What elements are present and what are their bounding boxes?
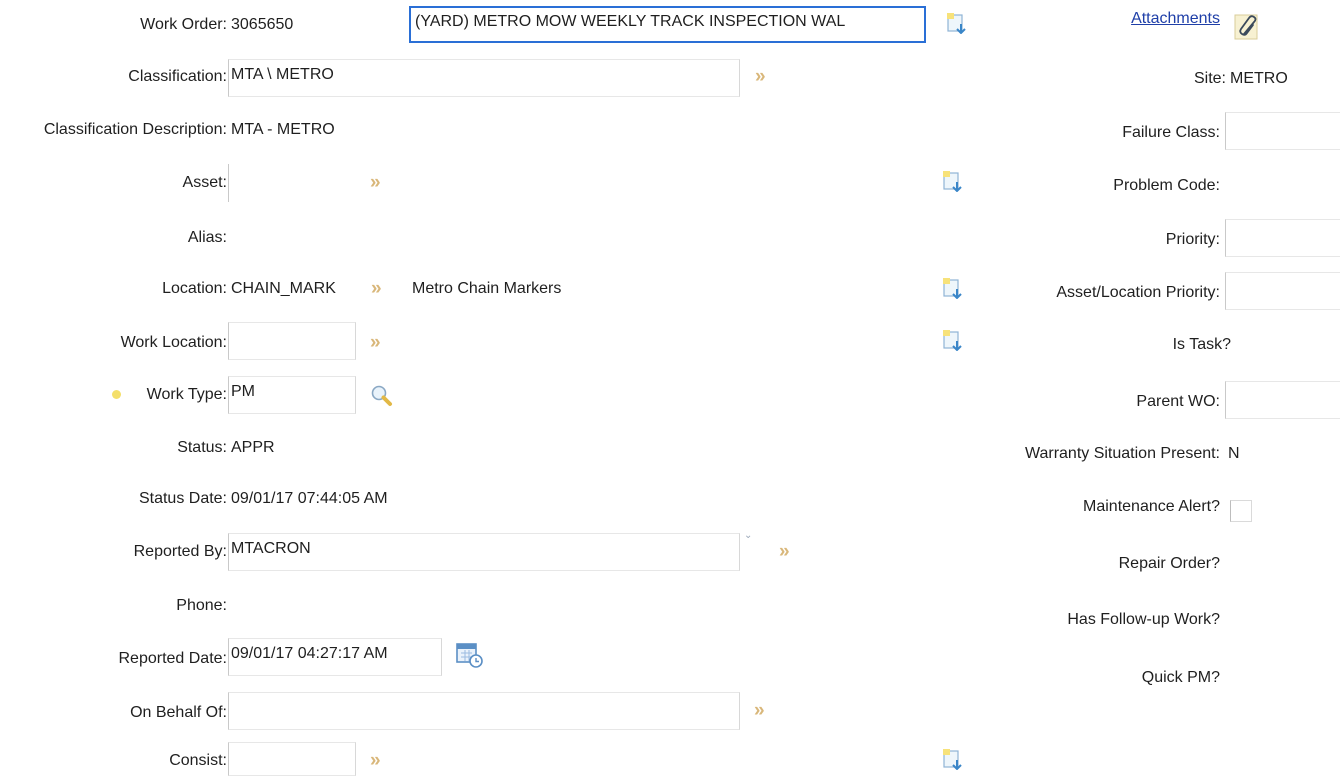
maintenance-alert-label: Maintenance Alert? xyxy=(1083,498,1220,515)
asset-detail-menu-icon[interactable] xyxy=(942,170,962,192)
is-task-label: Is Task? xyxy=(1172,336,1231,353)
dropdown-marker-icon[interactable]: ⌄ xyxy=(744,530,752,541)
paperclip-icon[interactable] xyxy=(1234,12,1264,42)
work-location-chevron-icon[interactable]: » xyxy=(370,332,380,354)
consist-chevron-icon[interactable]: » xyxy=(370,750,380,772)
classification-description-value: MTA - METRO xyxy=(231,121,335,138)
work-location-label: Work Location: xyxy=(120,334,227,351)
parent-wo-field[interactable] xyxy=(1225,381,1340,419)
maintenance-alert-checkbox[interactable] xyxy=(1230,500,1252,522)
repair-order-label: Repair Order? xyxy=(1118,555,1220,572)
asset-chevron-icon[interactable]: » xyxy=(370,172,380,194)
status-date-label: Status Date: xyxy=(138,490,227,507)
required-indicator-icon xyxy=(112,390,121,399)
asset-location-priority-field[interactable] xyxy=(1225,272,1340,310)
phone-label: Phone: xyxy=(176,597,227,614)
failure-class-field[interactable] xyxy=(1225,112,1340,150)
on-behalf-of-chevron-icon[interactable]: » xyxy=(754,700,764,722)
parent-wo-label: Parent WO: xyxy=(1136,393,1220,410)
on-behalf-of-field[interactable] xyxy=(228,692,740,730)
status-date-value: 09/01/17 07:44:05 AM xyxy=(231,490,388,507)
on-behalf-of-label: On Behalf Of: xyxy=(130,704,227,721)
asset-location-priority-label: Asset/Location Priority: xyxy=(1056,284,1220,301)
location-value: CHAIN_MARK xyxy=(231,280,336,297)
quick-pm-label: Quick PM? xyxy=(1141,669,1220,686)
consist-detail-menu-icon[interactable] xyxy=(942,748,962,770)
problem-code-label: Problem Code: xyxy=(1113,177,1220,194)
reported-date-label: Reported Date: xyxy=(118,650,227,667)
description-field[interactable]: (YARD) METRO MOW WEEKLY TRACK INSPECTION… xyxy=(409,6,926,43)
magnifier-icon[interactable] xyxy=(370,384,394,408)
classification-description-label: Classification Description: xyxy=(43,121,227,138)
location-chevron-icon[interactable]: » xyxy=(371,278,381,300)
location-label: Location: xyxy=(162,280,227,297)
reported-by-chevron-icon[interactable]: » xyxy=(779,541,789,563)
work-type-label: Work Type: xyxy=(146,386,227,403)
work-type-field[interactable]: PM xyxy=(228,376,356,414)
attachments-link[interactable]: Attachments xyxy=(1131,10,1220,28)
reported-by-label: Reported By: xyxy=(133,543,227,560)
location-detail-menu-icon[interactable] xyxy=(942,277,962,299)
has-follow-up-work-label: Has Follow-up Work? xyxy=(1067,611,1220,628)
work-location-field[interactable] xyxy=(228,322,356,360)
classification-chevron-icon[interactable]: » xyxy=(755,66,765,88)
warranty-situation-label: Warranty Situation Present: xyxy=(1024,445,1220,462)
classification-label: Classification: xyxy=(128,68,227,85)
work-order-value: 3065650 xyxy=(231,16,294,33)
consist-label: Consist: xyxy=(169,752,227,769)
priority-label: Priority: xyxy=(1165,231,1220,248)
detail-menu-icon[interactable] xyxy=(946,12,966,34)
reported-date-field[interactable]: 09/01/17 04:27:17 AM xyxy=(228,638,442,676)
work-order-label: Work Order: xyxy=(140,16,227,33)
asset-field[interactable] xyxy=(228,164,356,202)
priority-field[interactable] xyxy=(1225,219,1340,257)
calendar-icon[interactable] xyxy=(455,640,485,670)
status-label: Status: xyxy=(177,439,227,456)
reported-by-field[interactable]: MTACRON xyxy=(228,533,740,571)
alias-label: Alias: xyxy=(187,229,227,246)
warranty-situation-value: N xyxy=(1228,445,1240,462)
asset-label: Asset: xyxy=(182,174,227,191)
site-value: METRO xyxy=(1230,70,1288,87)
work-location-detail-menu-icon[interactable] xyxy=(942,329,962,351)
site-label: Site: xyxy=(1193,70,1226,87)
consist-field[interactable] xyxy=(228,742,356,776)
failure-class-label: Failure Class: xyxy=(1122,124,1220,141)
classification-field[interactable]: MTA \ METRO xyxy=(228,59,740,97)
location-description: Metro Chain Markers xyxy=(412,280,562,297)
status-value: APPR xyxy=(231,439,275,456)
